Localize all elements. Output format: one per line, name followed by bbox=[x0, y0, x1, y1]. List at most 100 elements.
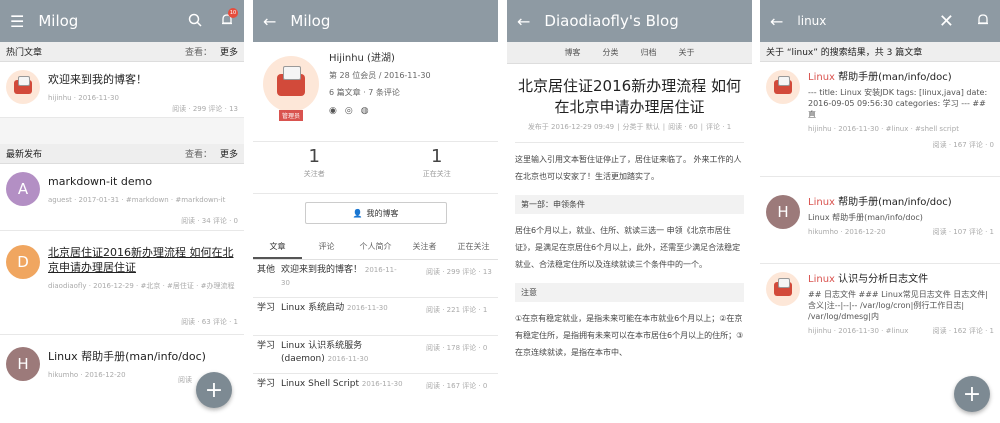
article-date: 2016-11-30 bbox=[361, 380, 403, 388]
result-summary: 关于 “linux” 的搜索结果，共 3 篇文章 bbox=[766, 48, 923, 58]
section-title: 最新发布 bbox=[6, 150, 43, 160]
following-label: 正在关注 bbox=[422, 170, 451, 178]
more-link[interactable]: 更多 bbox=[220, 150, 238, 160]
back-arrow-icon[interactable]: ← bbox=[263, 12, 276, 31]
result-title[interactable]: Linux 帮助手册(man/info/doc) bbox=[808, 195, 994, 210]
post-title[interactable]: Linux 帮助手册(man/info/doc) bbox=[48, 349, 238, 364]
avatar[interactable]: D bbox=[6, 245, 40, 279]
article-row[interactable]: 学习 Linux 系统启动 2016-11-30 阅读 · 221 评论 · 1 bbox=[253, 298, 498, 336]
nav-blog[interactable]: 博客 bbox=[565, 47, 581, 58]
bell-icon[interactable] bbox=[976, 12, 990, 31]
avatar[interactable] bbox=[263, 56, 319, 112]
nav-categories[interactable]: 分类 bbox=[603, 47, 619, 58]
post-meta: aguest · 2017-01-31 · #markdown · #markd… bbox=[48, 196, 226, 204]
article-paragraph: 这里输入引用文本暂住证停止了，居住证来临了。 外来工作的人在北京也可以安家了！生… bbox=[515, 155, 742, 181]
post-title[interactable]: 北京居住证2016新办理流程 如何在北京申请办理居住证 bbox=[48, 245, 238, 275]
article-category: 学习 bbox=[257, 341, 276, 351]
my-blog-button[interactable]: 👤 我的博客 bbox=[304, 202, 447, 224]
article-title[interactable]: 欢迎来到我的博客！ bbox=[281, 265, 362, 275]
post-stats: 阅读 bbox=[178, 376, 192, 384]
search-result[interactable]: H Linux 帮助手册(man/info/doc) Linux 帮助手册(ma… bbox=[760, 187, 1000, 264]
nav-about[interactable]: 关于 bbox=[679, 47, 695, 58]
tab-following[interactable]: 正在关注 bbox=[449, 234, 498, 259]
article-title[interactable]: Linux 系统启动 bbox=[281, 303, 344, 313]
profile-header: 管理员 Hijinhu (进湖) 第 28 位会员 / 2016-11-30 6… bbox=[253, 42, 498, 142]
app-bar: ☰ Milog 10 bbox=[0, 0, 244, 42]
notification-badge: 10 bbox=[228, 7, 238, 18]
article-title: 北京居住证2016新办理流程 如何在北京申请办理居住证 bbox=[518, 77, 741, 116]
divider bbox=[515, 142, 744, 143]
search-icon[interactable] bbox=[188, 12, 202, 31]
post-item[interactable]: 欢迎来到我的博客！ hijinhu · 2016-11-30 阅读 · 299 … bbox=[0, 62, 244, 118]
post-meta: diaodiaofly · 2016-12-29 · #北京 · #居住证 · … bbox=[48, 282, 235, 290]
article-heading: 第一部：申领条件 bbox=[515, 195, 744, 214]
search-result[interactable]: Linux 帮助手册(man/info/doc) --- title: Linu… bbox=[760, 62, 1000, 177]
tab-followers[interactable]: 关注者 bbox=[400, 234, 449, 259]
post-item[interactable]: D 北京居住证2016新办理流程 如何在北京申请办理居住证 diaodiaofl… bbox=[0, 231, 244, 335]
app-title: Diaodiaofly's Blog bbox=[544, 12, 679, 30]
post-meta: hijinhu · 2016-11-30 bbox=[48, 94, 119, 102]
result-snippet: ## 日志文件 ### Linux常见日志文件 日志文件|含义|注--|--|-… bbox=[808, 290, 988, 321]
globe-icon[interactable]: ◍ bbox=[361, 103, 369, 120]
blog-nav: 博客 分类 归档 关于 bbox=[507, 42, 752, 64]
result-snippet: Linux 帮助手册(man/info/doc) bbox=[808, 213, 923, 222]
avatar[interactable]: H bbox=[6, 347, 40, 381]
bell-icon[interactable]: 10 bbox=[220, 7, 238, 31]
back-arrow-icon[interactable]: ← bbox=[770, 12, 783, 31]
tab-comments[interactable]: 评论 bbox=[302, 234, 351, 259]
avatar[interactable] bbox=[766, 70, 800, 104]
post-stats: 阅读 · 34 评论 · 0 bbox=[181, 217, 238, 225]
article-title[interactable]: Linux Shell Script bbox=[281, 379, 359, 389]
add-post-button[interactable]: + bbox=[954, 376, 990, 412]
article-category: 学习 bbox=[257, 379, 276, 389]
add-post-button[interactable]: + bbox=[196, 372, 232, 408]
article-stats: 阅读 · 221 评论 · 1 bbox=[426, 306, 488, 314]
followers-stat[interactable]: 1 关注者 bbox=[253, 142, 376, 193]
post-item[interactable]: A markdown-it demo aguest · 2017-01-31 ·… bbox=[0, 164, 244, 231]
user-name: Hijinhu (进湖) bbox=[329, 53, 395, 64]
nav-archive[interactable]: 归档 bbox=[641, 47, 657, 58]
sort-label[interactable]: 查看： bbox=[185, 48, 212, 58]
post-title[interactable]: 欢迎来到我的博客！ bbox=[48, 72, 238, 87]
clear-icon[interactable]: ✕ bbox=[939, 11, 954, 32]
app-bar: ← Milog bbox=[253, 0, 498, 42]
result-meta: hijinhu · 2016-11-30 · #linux · #shell s… bbox=[808, 125, 959, 133]
avatar[interactable]: H bbox=[766, 195, 800, 229]
search-result[interactable]: Linux 认识与分析日志文件 ## 日志文件 ### Linux常见日志文件 … bbox=[760, 264, 1000, 354]
article-stats: 阅读 · 178 评论 · 0 bbox=[426, 344, 488, 352]
search-bar: ← linux ✕ bbox=[760, 0, 1000, 42]
avatar[interactable] bbox=[766, 272, 800, 306]
more-link[interactable]: 更多 bbox=[220, 48, 238, 58]
github-icon[interactable]: ◉ bbox=[329, 103, 337, 120]
following-stat[interactable]: 1 正在关注 bbox=[376, 142, 499, 193]
title-text: 认识与分析日志文件 bbox=[834, 274, 929, 285]
back-arrow-icon[interactable]: ← bbox=[517, 12, 530, 31]
tab-bio[interactable]: 个人简介 bbox=[351, 234, 400, 259]
article-row[interactable]: 学习 Linux 认识系统服务(daemon) 2016-11-30 阅读 · … bbox=[253, 336, 498, 374]
followers-count: 1 bbox=[308, 146, 320, 167]
read-count: 阅读 · 60 bbox=[668, 123, 698, 131]
article-screen: ← Diaodiaofly's Blog 博客 分类 归档 关于 北京居住证20… bbox=[507, 0, 752, 423]
publish-date: 发布于 2016-12-29 09:49 bbox=[527, 123, 615, 131]
profile-tabs: 文章 评论 个人简介 关注者 正在关注 bbox=[253, 234, 498, 260]
post-title[interactable]: markdown-it demo bbox=[48, 174, 238, 189]
avatar[interactable] bbox=[6, 70, 40, 104]
result-title[interactable]: Linux 帮助手册(man/info/doc) bbox=[808, 70, 994, 85]
article-heading: 注意 bbox=[515, 283, 744, 302]
sort-label[interactable]: 查看： bbox=[185, 150, 212, 160]
latest-section-header: 最新发布 查看： 更多 bbox=[0, 144, 244, 164]
role-badge: 管理员 bbox=[279, 110, 304, 121]
keyword-highlight: Linux bbox=[808, 197, 835, 208]
article-row[interactable]: 其他 欢迎来到我的博客！ 2016-11-30 阅读 · 299 评论 · 13 bbox=[253, 260, 498, 298]
avatar[interactable]: A bbox=[6, 172, 40, 206]
article-row[interactable]: 学习 Linux Shell Script 2016-11-30 阅读 · 16… bbox=[253, 374, 498, 412]
article-paragraph: 居住6个月以上，就业、住所、就读三选一 申领《北京市居住证》，是满足在京居住6个… bbox=[515, 226, 741, 269]
member-info: 第 28 位会员 / 2016-11-30 bbox=[329, 71, 431, 80]
result-title[interactable]: Linux 认识与分析日志文件 bbox=[808, 272, 994, 287]
search-summary: 关于 “linux” 的搜索结果，共 3 篇文章 bbox=[760, 42, 1000, 62]
weibo-icon[interactable]: ◎ bbox=[345, 103, 353, 120]
article-category[interactable]: 分类于 默认 bbox=[622, 123, 659, 131]
search-input[interactable]: linux bbox=[797, 14, 826, 28]
tab-articles[interactable]: 文章 bbox=[253, 234, 302, 259]
menu-icon[interactable]: ☰ bbox=[10, 12, 24, 31]
